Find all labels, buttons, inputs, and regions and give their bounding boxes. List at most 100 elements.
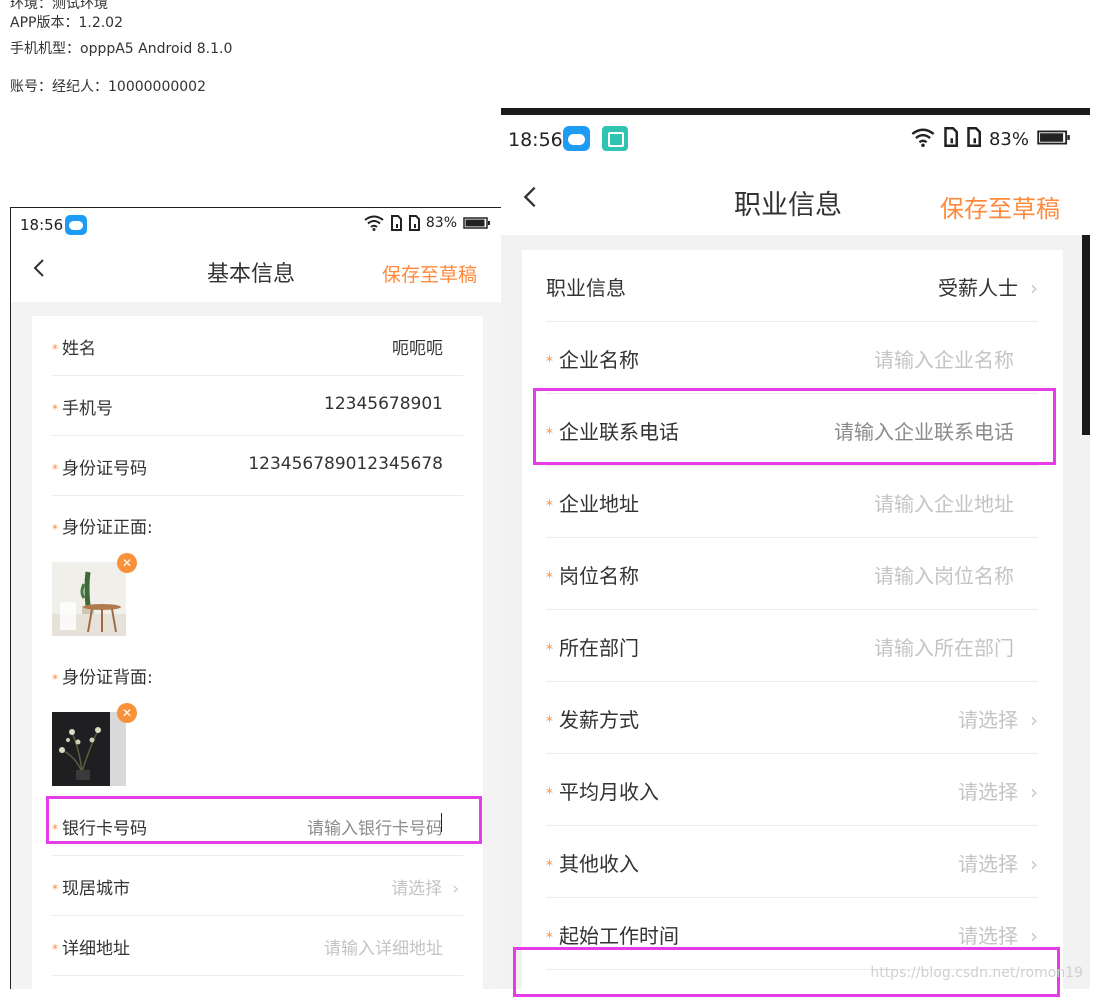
id-back-label: * 身份证背面: bbox=[52, 663, 153, 688]
battery-percent: 83% bbox=[425, 215, 457, 231]
form-row-job-type[interactable]: 职业信息 受薪人士 › bbox=[546, 250, 1038, 322]
label-text: 起始工作时间 bbox=[559, 924, 679, 948]
label-text: 现居城市 bbox=[62, 879, 130, 899]
company-phone-input[interactable]: 请输入企业联系电话 bbox=[834, 416, 1014, 445]
bank-card-input[interactable]: 请输入银行卡号码 bbox=[307, 814, 443, 839]
scan-icon bbox=[602, 126, 628, 151]
required-mark: * bbox=[52, 672, 58, 686]
chevron-right-icon: › bbox=[1030, 708, 1038, 732]
form-row-city[interactable]: * 现居城市 请选择 › bbox=[52, 856, 463, 916]
job-info-form: 职业信息 受薪人士 › * 企业名称 请输入企业名称 * 企业联系电话 请输入企业联系… bbox=[522, 250, 1063, 989]
id-front-label: * 身份证正面: bbox=[52, 513, 153, 538]
basic-info-form: * 姓名 呃呃呃 * 手机号 12345678901 * 身份证号码 12345678… bbox=[32, 316, 483, 989]
form-row-label: * 姓名 bbox=[52, 334, 96, 359]
form-row-bank-card[interactable]: * 银行卡号码 请输入银行卡号码 bbox=[52, 796, 463, 856]
required-mark: * bbox=[546, 498, 553, 514]
form-row-phone[interactable]: * 手机号 12345678901 bbox=[52, 376, 463, 436]
label-text: 其他收入 bbox=[559, 852, 639, 876]
city-select[interactable]: 请选择 › bbox=[391, 874, 459, 899]
id-number-field[interactable]: 123456789012345678 bbox=[248, 454, 443, 474]
position-input[interactable]: 请输入岗位名称 bbox=[874, 560, 1014, 589]
weather-app-icon bbox=[563, 126, 590, 151]
id-back-image[interactable] bbox=[52, 712, 126, 786]
form-row-label: * 所在部门 bbox=[546, 632, 639, 661]
required-mark: * bbox=[52, 522, 58, 536]
battery-icon bbox=[463, 217, 491, 229]
nav-bar: 基本信息 保存至草稿 bbox=[11, 244, 501, 302]
status-right-group: 83% bbox=[911, 127, 1071, 152]
other-income-select[interactable]: 请选择 › bbox=[958, 848, 1038, 877]
form-row-label: * 企业地址 bbox=[546, 488, 639, 517]
form-row-monthly-income[interactable]: * 平均月收入 请选择 › bbox=[546, 754, 1038, 826]
label-text: 姓名 bbox=[62, 339, 96, 359]
chevron-right-icon: › bbox=[1030, 780, 1038, 804]
form-row-name[interactable]: * 姓名 呃呃呃 bbox=[52, 316, 463, 376]
save-draft-button[interactable]: 保存至草稿 bbox=[382, 260, 477, 287]
status-time: 18:56 bbox=[508, 129, 563, 151]
battery-percent: 83% bbox=[988, 129, 1029, 150]
monthly-income-select[interactable]: 请选择 › bbox=[958, 776, 1038, 805]
report-device-model: 手机机型：opppA5 Android 8.1.0 bbox=[10, 41, 233, 57]
address-input[interactable]: 请输入详细地址 bbox=[324, 934, 443, 959]
form-row-department[interactable]: * 所在部门 请输入所在部门 bbox=[546, 610, 1038, 682]
label-text: 平均月收入 bbox=[559, 780, 659, 804]
sim-signal-icon bbox=[390, 215, 402, 231]
work-start-select[interactable]: 请选择 › bbox=[958, 920, 1038, 949]
label-text: 发薪方式 bbox=[559, 708, 639, 732]
status-bar: 18:56 83% bbox=[501, 115, 1090, 171]
label-text: 身份证正面: bbox=[62, 518, 153, 538]
required-mark: * bbox=[52, 822, 58, 836]
job-type-select[interactable]: 受薪人士 › bbox=[938, 272, 1038, 301]
form-row-label: * 发薪方式 bbox=[546, 704, 639, 733]
sim-signal-icon-2 bbox=[966, 127, 981, 152]
form-row-company-address[interactable]: * 企业地址 请输入企业地址 bbox=[546, 466, 1038, 538]
name-field[interactable]: 呃呃呃 bbox=[392, 334, 443, 359]
required-mark: * bbox=[546, 714, 553, 730]
form-row-position[interactable]: * 岗位名称 请输入岗位名称 bbox=[546, 538, 1038, 610]
chevron-left-icon[interactable] bbox=[33, 258, 45, 284]
form-row-pay-method[interactable]: * 发薪方式 请选择 › bbox=[546, 682, 1038, 754]
phone-field[interactable]: 12345678901 bbox=[324, 394, 443, 414]
form-row-label: * 岗位名称 bbox=[546, 560, 639, 589]
form-row-label: * 身份证号码 bbox=[52, 454, 147, 479]
required-mark: * bbox=[52, 882, 58, 896]
status-right-group: 83% bbox=[364, 215, 491, 231]
required-mark: * bbox=[546, 426, 553, 442]
device-edge bbox=[1082, 235, 1090, 435]
form-row-other-income[interactable]: * 其他收入 请选择 › bbox=[546, 826, 1038, 898]
form-row-label: * 起始工作时间 bbox=[546, 920, 679, 949]
save-draft-button[interactable]: 保存至草稿 bbox=[940, 189, 1060, 224]
text-cursor bbox=[441, 813, 442, 832]
form-row-label: * 银行卡号码 bbox=[52, 814, 147, 839]
required-mark: * bbox=[546, 858, 553, 874]
company-name-input[interactable]: 请输入企业名称 bbox=[874, 344, 1014, 373]
chevron-right-icon: › bbox=[1030, 924, 1038, 948]
pay-method-select[interactable]: 请选择 › bbox=[958, 704, 1038, 733]
form-row-work-start[interactable]: * 起始工作时间 请选择 › bbox=[546, 898, 1038, 970]
required-mark: * bbox=[546, 570, 553, 586]
form-row-label: * 现居城市 bbox=[52, 874, 130, 899]
label-text: 企业地址 bbox=[559, 492, 639, 516]
page-title: 职业信息 bbox=[734, 190, 842, 221]
label-text: 详细地址 bbox=[62, 939, 130, 959]
form-row-address[interactable]: * 详细地址 请输入详细地址 bbox=[52, 916, 463, 976]
remove-image-icon[interactable]: ✕ bbox=[117, 703, 137, 723]
remove-image-icon[interactable]: ✕ bbox=[117, 553, 137, 573]
id-front-image[interactable] bbox=[52, 562, 126, 636]
required-mark: * bbox=[52, 342, 58, 356]
required-mark: * bbox=[546, 786, 553, 802]
chevron-left-icon[interactable] bbox=[523, 185, 537, 216]
left-phone-screenshot: 18:56 83% 基本信息 保存至草稿 * 姓名 呃呃呃 * 手机号 1234… bbox=[10, 207, 501, 989]
label-text: 企业名称 bbox=[559, 348, 639, 372]
select-value: 受薪人士 bbox=[938, 276, 1018, 300]
company-address-input[interactable]: 请输入企业地址 bbox=[874, 488, 1014, 517]
form-row-company-name[interactable]: * 企业名称 请输入企业名称 bbox=[546, 322, 1038, 394]
weather-app-icon bbox=[65, 215, 87, 235]
select-value: 请选择 bbox=[958, 852, 1018, 876]
department-input[interactable]: 请输入所在部门 bbox=[874, 632, 1014, 661]
form-row-id-number[interactable]: * 身份证号码 123456789012345678 bbox=[52, 436, 463, 496]
chevron-right-icon: › bbox=[1030, 852, 1038, 876]
select-value: 请选择 bbox=[958, 780, 1018, 804]
form-row-company-phone[interactable]: * 企业联系电话 请输入企业联系电话 bbox=[546, 394, 1038, 466]
required-mark: * bbox=[546, 930, 553, 946]
